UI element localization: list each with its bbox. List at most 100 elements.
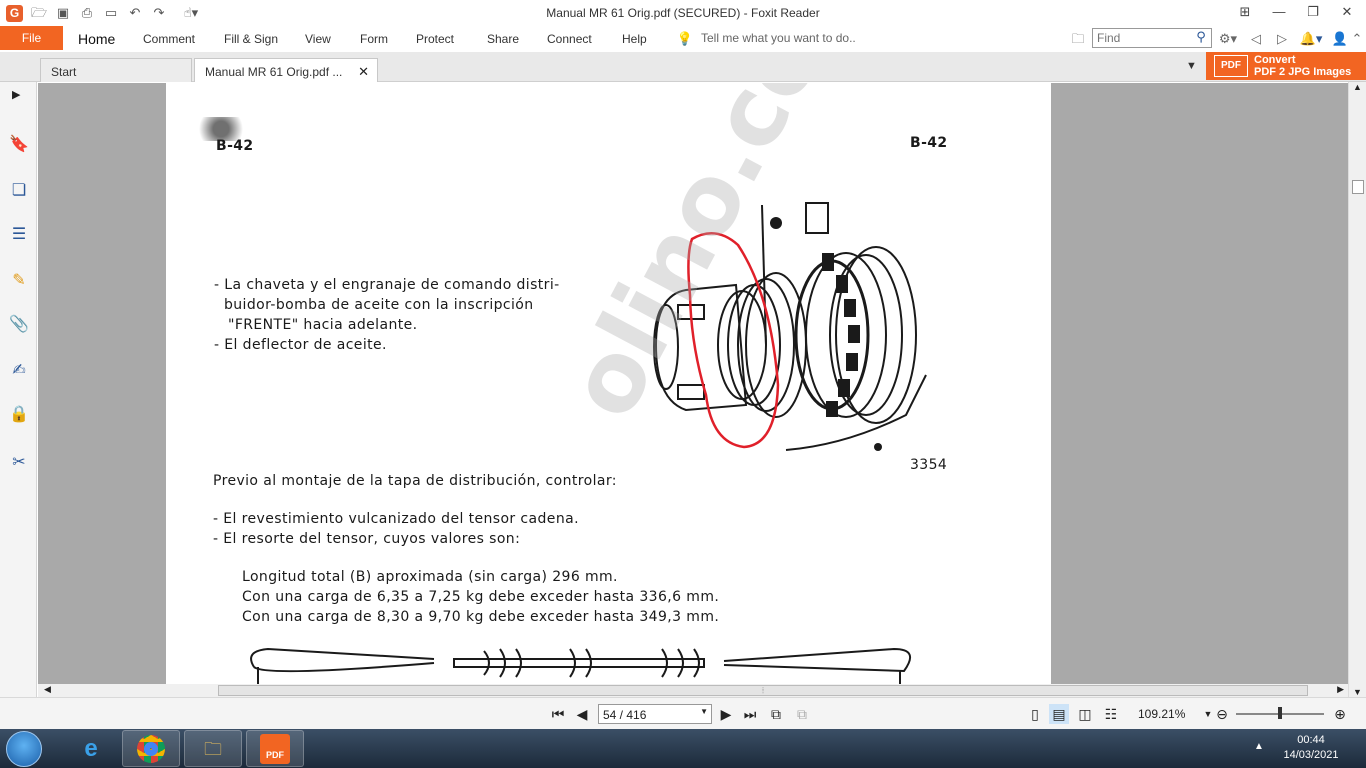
layers-icon[interactable]: ☰ bbox=[8, 224, 30, 246]
list2-line1: - El revestimiento vulcanizado del tenso… bbox=[213, 511, 579, 527]
page-number-field[interactable]: 54 / 416 ▼ bbox=[598, 704, 712, 724]
tab-share[interactable]: Share bbox=[487, 32, 519, 46]
tab-active-document[interactable]: Manual MR 61 Orig.pdf ... ✕ bbox=[194, 58, 378, 82]
collapse-ribbon-icon[interactable]: ⌃ bbox=[1350, 29, 1364, 49]
redo-icon[interactable]: ↷ bbox=[150, 4, 168, 22]
tabs-dropdown-icon[interactable]: ▼ bbox=[1186, 60, 1197, 72]
close-tab-icon[interactable]: ✕ bbox=[358, 64, 369, 80]
section-heading: Previo al montaje de la tapa de distribu… bbox=[213, 473, 617, 489]
page-code-right: B-42 bbox=[910, 135, 948, 151]
tab-protect[interactable]: Protect bbox=[416, 32, 454, 46]
page-dropdown-icon[interactable]: ▼ bbox=[700, 707, 708, 716]
zoom-level[interactable]: 109.21% bbox=[1138, 707, 1185, 721]
convert-line2: PDF 2 JPG Images bbox=[1254, 66, 1352, 78]
previous-result-icon[interactable]: ◁ bbox=[1246, 29, 1266, 49]
attachments-icon[interactable]: 📎 bbox=[8, 314, 30, 336]
title-bar: G 🗁 ▣ ⎙ ▭ ↶ ↷ ☝▾ Manual MR 61 Orig.pdf (… bbox=[0, 0, 1366, 26]
continuous-facing-icon[interactable]: ☷ bbox=[1101, 704, 1121, 724]
close-button[interactable]: ✕ bbox=[1334, 2, 1360, 22]
status-bar: ⏮ ◀ 54 / 416 ▼ ▶ ⏭ ⧉ ⧉ ▯ ▤ ◫ ☷ 109.21% ▼… bbox=[0, 697, 1366, 729]
ribbon-options-icon[interactable]: ⊞ bbox=[1232, 2, 1258, 22]
show-hidden-icons-icon[interactable]: ▲ bbox=[1254, 741, 1264, 752]
undo-icon[interactable]: ↶ bbox=[126, 4, 144, 22]
continuous-page-icon[interactable]: ▤ bbox=[1049, 704, 1069, 724]
start-button[interactable] bbox=[6, 731, 42, 767]
list1-line4: - El deflector de aceite. bbox=[214, 337, 387, 353]
tab-comment[interactable]: Comment bbox=[143, 32, 195, 46]
page-code-left: B-42 bbox=[216, 138, 254, 154]
list1-line2: buidor-bomba de aceite con la inscripció… bbox=[224, 297, 534, 313]
chrome-icon[interactable] bbox=[122, 730, 180, 767]
comments-icon[interactable]: ✎ bbox=[8, 270, 30, 292]
first-page-icon[interactable]: ⏮ bbox=[548, 704, 568, 724]
open-folder-icon[interactable]: 🗁 bbox=[30, 4, 48, 22]
zoom-in-icon[interactable]: ⊕ bbox=[1330, 704, 1350, 724]
spec-line2: Con una carga de 6,35 a 7,25 kg debe exc… bbox=[242, 589, 720, 605]
print-icon[interactable]: ⎙ bbox=[78, 4, 96, 22]
minimize-button[interactable]: — bbox=[1266, 2, 1292, 22]
clock-date: 14/03/2021 bbox=[1283, 749, 1339, 761]
foxit-logo-icon[interactable]: G bbox=[6, 5, 23, 22]
vertical-scroll-thumb[interactable] bbox=[1352, 180, 1364, 194]
tab-fill-sign[interactable]: Fill & Sign bbox=[224, 32, 278, 46]
ribbon-tabs: File Home Comment Fill & Sign View Form … bbox=[0, 26, 1366, 52]
clock-time: 00:44 bbox=[1297, 734, 1325, 746]
zoom-out-icon[interactable]: ⊖ bbox=[1212, 704, 1232, 724]
internet-explorer-icon[interactable]: e bbox=[62, 730, 120, 767]
scroll-right-icon[interactable]: ▶ bbox=[1337, 684, 1344, 695]
previous-page-icon[interactable]: ◀ bbox=[572, 704, 592, 724]
next-page-icon[interactable]: ▶ bbox=[716, 704, 736, 724]
window-icon[interactable]: ▭ bbox=[102, 4, 120, 22]
next-view-icon[interactable]: ⧉ bbox=[792, 704, 812, 724]
restore-button[interactable]: ❐ bbox=[1300, 2, 1326, 22]
page-thumbnails-icon[interactable]: ❏ bbox=[8, 180, 30, 202]
system-clock[interactable]: 00:44 14/03/2021 bbox=[1276, 733, 1346, 763]
tab-form[interactable]: Form bbox=[360, 32, 388, 46]
horizontal-scrollbar[interactable]: ◀ ⦙ ▶ bbox=[38, 684, 1348, 697]
search-settings-icon[interactable]: ⚙▾ bbox=[1214, 29, 1242, 49]
pdf-page: B-42 B-42 - La chaveta y el engranaje de… bbox=[166, 83, 1051, 684]
content-tool-icon[interactable]: ✂ bbox=[8, 452, 30, 474]
list1-line3: "FRENTE" hacia adelante. bbox=[228, 317, 418, 333]
save-icon[interactable]: ▣ bbox=[54, 4, 72, 22]
convert-pdf-jpg-banner[interactable]: PDF Convert PDF 2 JPG Images bbox=[1206, 52, 1366, 80]
search-icon[interactable]: ⚲ bbox=[1192, 29, 1210, 47]
signature-panel-icon[interactable]: ✍ bbox=[8, 360, 30, 382]
left-navigation-panel: ▶ 🔖 ❏ ☰ ✎ 📎 ✍ 🔒 ✂ bbox=[0, 82, 37, 697]
tab-connect[interactable]: Connect bbox=[547, 32, 592, 46]
scroll-left-icon[interactable]: ◀ bbox=[44, 684, 51, 695]
zoom-slider-handle[interactable] bbox=[1278, 707, 1282, 719]
tab-view[interactable]: View bbox=[305, 32, 331, 46]
tab-help[interactable]: Help bbox=[622, 32, 647, 46]
foxit-reader-taskbar-icon[interactable]: PDF bbox=[246, 730, 304, 767]
scroll-down-icon[interactable]: ▼ bbox=[1353, 687, 1362, 697]
security-lock-icon[interactable]: 🔒 bbox=[8, 404, 30, 426]
facing-page-icon[interactable]: ◫ bbox=[1075, 704, 1095, 724]
windows-taskbar: e 🗀 PDF ▲ 00:44 14/03/2021 bbox=[0, 729, 1366, 768]
last-page-icon[interactable]: ⏭ bbox=[740, 704, 760, 724]
scroll-up-icon[interactable]: ▲ bbox=[1353, 82, 1362, 92]
single-page-icon[interactable]: ▯ bbox=[1025, 704, 1045, 724]
file-menu-button[interactable]: File bbox=[0, 26, 63, 50]
tensor-spring-figure bbox=[250, 647, 912, 684]
horizontal-scroll-thumb[interactable]: ⦙ bbox=[218, 685, 1308, 696]
vertical-scrollbar[interactable]: ▲ ▼ bbox=[1348, 82, 1366, 697]
spec-line3: Con una carga de 8,30 a 9,70 kg debe exc… bbox=[242, 609, 720, 625]
document-workspace[interactable]: B-42 B-42 - La chaveta y el engranaje de… bbox=[38, 83, 1348, 684]
tab-start[interactable]: Start bbox=[40, 58, 192, 82]
convert-line1: Convert bbox=[1254, 54, 1296, 66]
tell-me-search[interactable]: Tell me what you want to do.. bbox=[701, 31, 856, 45]
list2-line2: - El resorte del tensor, cuyos valores s… bbox=[213, 531, 521, 547]
find-folder-icon[interactable]: 🗀 bbox=[1068, 29, 1088, 49]
hand-tool-dropdown-icon[interactable]: ☝▾ bbox=[176, 4, 206, 22]
document-tabs-bar: Start Manual MR 61 Orig.pdf ... ✕ ▼ PDF … bbox=[0, 52, 1366, 82]
tab-home[interactable]: Home bbox=[78, 31, 115, 47]
bookmark-icon[interactable]: 🔖 bbox=[8, 134, 30, 156]
notification-bell-icon[interactable]: 🔔▾ bbox=[1298, 29, 1324, 49]
page-indicator: 54 / 416 bbox=[603, 708, 647, 722]
expand-panel-icon[interactable]: ▶ bbox=[12, 88, 20, 101]
previous-view-icon[interactable]: ⧉ bbox=[766, 704, 786, 724]
user-account-icon[interactable]: 👤 bbox=[1330, 29, 1350, 49]
file-explorer-icon[interactable]: 🗀 bbox=[184, 730, 242, 767]
next-result-icon[interactable]: ▷ bbox=[1272, 29, 1292, 49]
